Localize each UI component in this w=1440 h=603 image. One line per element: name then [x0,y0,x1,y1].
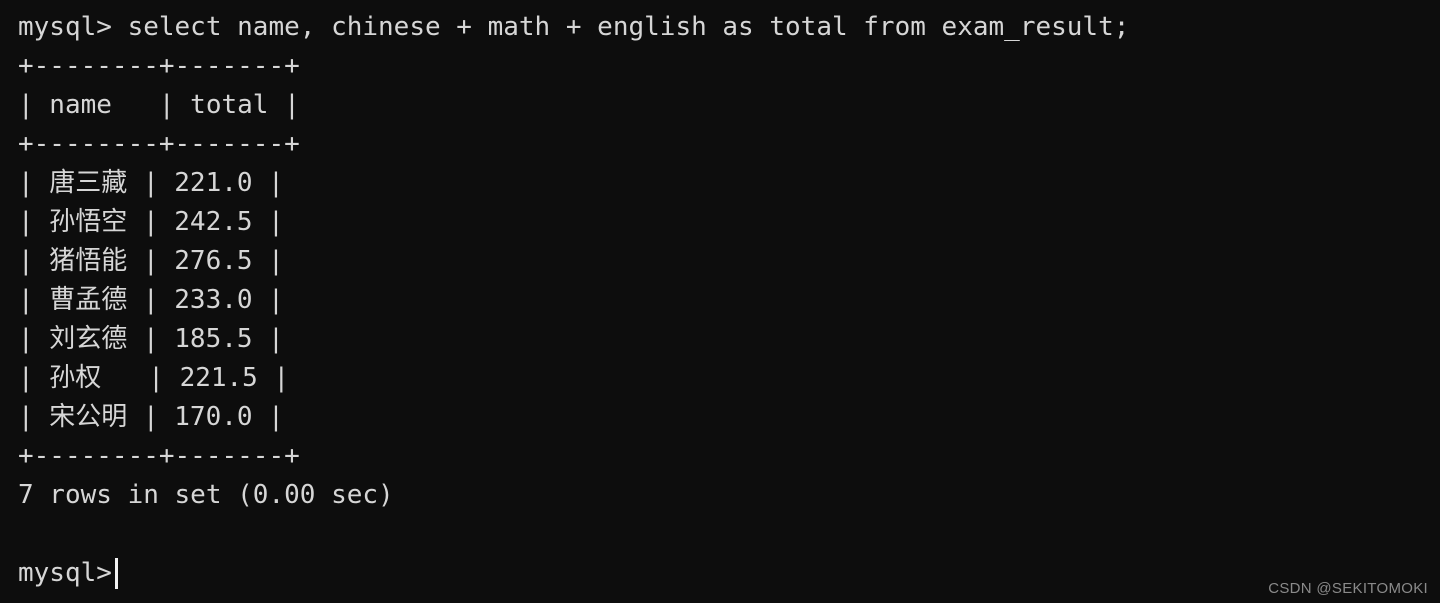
command-line: mysql> select name, chinese + math + eng… [18,12,1130,42]
text-cursor [114,558,118,589]
terminal-window[interactable]: mysql> select name, chinese + math + eng… [0,0,1440,603]
watermark: CSDN @SEKITOMOKI [1268,580,1428,597]
status-line: 7 rows in set (0.00 sec) [18,480,394,510]
table-row: | 唐三藏 | 221.0 | [18,168,284,198]
table-header-row: | name | total | [18,90,300,120]
table-border-middle: +--------+-------+ [18,129,300,159]
input-prompt-line[interactable]: mysql> [18,554,1440,593]
table-border-bottom: +--------+-------+ [18,441,300,471]
table-row: | 孙悟空 | 242.5 | [18,207,284,237]
table-row: | 宋公明 | 170.0 | [18,402,284,432]
table-border-top: +--------+-------+ [18,51,300,81]
table-row: | 猪悟能 | 276.5 | [18,246,284,276]
table-row: | 刘玄德 | 185.5 | [18,324,284,354]
table-row: | 孙权 | 221.5 | [18,363,290,393]
prompt-label: mysql> [18,558,112,588]
table-row: | 曹孟德 | 233.0 | [18,285,284,315]
